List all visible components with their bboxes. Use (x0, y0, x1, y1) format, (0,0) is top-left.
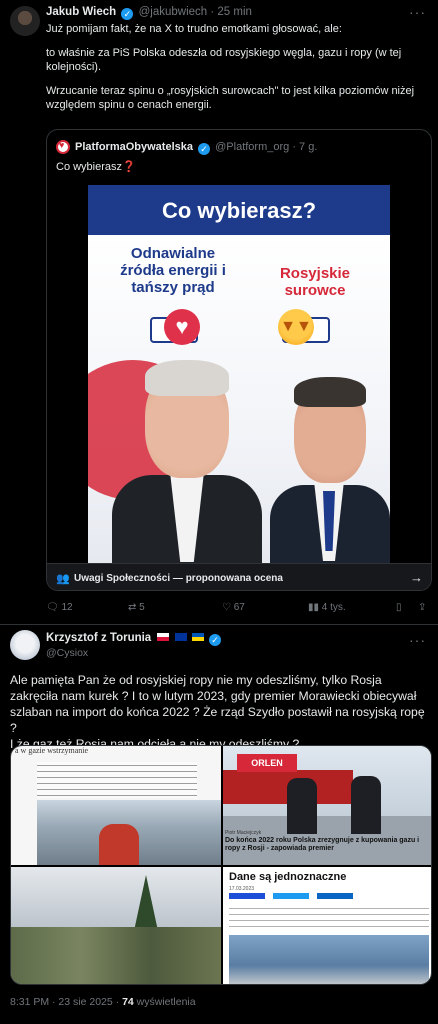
eu-flag-icon (174, 633, 187, 641)
like-button[interactable]: ♡ 67 (222, 602, 245, 613)
views-icon: ▮▮ (308, 602, 320, 613)
views-button[interactable]: ▮▮ 4 tys. (308, 602, 346, 613)
person-right-photo (270, 375, 390, 563)
quoted-tweet[interactable]: PlatformaObywatelska ✓ @Platform_org · 7… (46, 129, 432, 591)
article-text-block (37, 762, 197, 798)
tweet-divider (0, 624, 438, 625)
retweet-button[interactable]: ⇄ 5 (128, 602, 145, 613)
retweet-count: 5 (139, 602, 145, 613)
quoted-tweet-header: PlatformaObywatelska ✓ @Platform_org · 7… (75, 141, 317, 155)
image-4-title: Dane są jednoznaczne (229, 871, 347, 883)
sky-background (11, 867, 221, 927)
people-icon: 👥 (56, 573, 70, 585)
arrow-right-icon: → (410, 570, 423, 585)
tweet-text: Już pomijam fakt, że na X to trudno emot… (46, 22, 430, 122)
image-3[interactable] (11, 867, 221, 984)
verified-badge-icon: ✓ (121, 8, 134, 20)
tweet-paragraph: Wrzucanie teraz spinu o „rosyjskich suro… (46, 85, 415, 111)
community-notes-label: Uwagi Społeczności — proponowana ocena (74, 573, 283, 584)
image-4[interactable]: Dane są jednoznaczne 17.03.2023 (223, 867, 431, 984)
author-name[interactable]: Jakub Wiech (46, 6, 116, 18)
poster-title: Co wybierasz? (88, 185, 390, 235)
image-1-title: a w gazie wstrzymanie (15, 746, 89, 755)
more-options-icon[interactable]: ··· (409, 4, 426, 20)
image-2-headline: Do końca 2022 roku Polska zrezygnuje z k… (225, 837, 420, 852)
views-count: 4 tys. (321, 602, 346, 613)
hair-shape (145, 360, 229, 396)
image-1[interactable]: a w gazie wstrzymanie (11, 746, 221, 865)
verified-badge-icon: ✓ (209, 634, 222, 646)
poster-option-left: Odnawialne źródła energii i tańszy prąd (120, 245, 226, 296)
tweet-metadata: 8:31 PM · 23 sie 2025 · 74 wyświetlenia (10, 996, 196, 1008)
quoted-author-handle: @Platform_org · 7 g. (215, 141, 318, 153)
quoted-author-avatar (56, 140, 70, 154)
quoted-tweet-text: Co wybierasz❓ (56, 160, 136, 173)
image-4-date: 17.03.2023 (229, 886, 255, 892)
heart-icon: ♥ (164, 309, 200, 345)
quoted-author-name: PlatformaObywatelska (75, 141, 193, 153)
airplane-photo (229, 935, 429, 984)
like-count: 67 (233, 602, 245, 613)
image-2[interactable]: ORLEN Piotr Maciejczyk Do końca 2022 rok… (223, 746, 431, 865)
tweet-time[interactable]: · 25 min (210, 6, 252, 18)
quoted-image-poster[interactable]: Co wybierasz? Odnawialne źródła energii … (88, 185, 390, 563)
poland-flag-icon (157, 633, 170, 641)
quoted-text: Co wybierasz (56, 161, 123, 173)
reply-author-avatar[interactable] (10, 630, 40, 660)
author-handle[interactable]: @jakubwiech (139, 6, 208, 18)
timestamp[interactable]: 8:31 PM · 23 sie 2025 · (10, 996, 122, 1008)
tweet-header: Jakub Wiech ✓ @jakubwiech · 25 min (46, 6, 252, 20)
worker-shape (99, 824, 139, 865)
verified-badge-icon: ✓ (198, 143, 211, 155)
tweet-paragraph: Już pomijam fakt, że na X to trudno emot… (46, 23, 342, 35)
more-options-icon[interactable]: ··· (409, 632, 426, 648)
article-text-block (229, 905, 429, 931)
reply-icon: 🗨 (46, 602, 59, 613)
tweet-actions: 🗨 12 ⇄ 5 ♡ 67 ▮▮ 4 tys. ▯ ⇪ (46, 602, 432, 618)
image-2-caption: Piotr Maciejczyk (225, 830, 262, 836)
reply-author-handle[interactable]: @Cysiox (46, 647, 88, 659)
reply-count: 12 (61, 602, 73, 613)
reply-tweet-text: Ale pamięta Pan że od rosyjskiej ropy ni… (10, 672, 432, 752)
retweet-icon: ⇄ (128, 602, 137, 613)
orlen-logo: ORLEN (237, 754, 297, 772)
reply-author-name[interactable]: Krzysztof z Torunia (46, 632, 151, 644)
reply-tweet-header: Krzysztof z Torunia ✓ (46, 632, 223, 646)
question-mark-emoji: ❓ (122, 161, 136, 173)
soldiers-photo (11, 927, 221, 984)
person-shape (351, 776, 381, 834)
views-label: wyświetlenia (133, 996, 196, 1008)
bookmark-icon[interactable]: ▯ (396, 602, 402, 613)
person-shape (287, 778, 317, 834)
author-avatar[interactable] (10, 6, 40, 36)
community-notes-bar[interactable]: 👥 Uwagi Społeczności — proponowana ocena… (47, 563, 431, 590)
like-icon: ♡ (222, 602, 231, 613)
share-buttons-bar (229, 893, 429, 899)
person-left-photo (112, 360, 262, 563)
reply-button[interactable]: 🗨 12 (46, 602, 73, 613)
reply-image-grid: a w gazie wstrzymanie ORLEN Piotr Maciej… (10, 745, 432, 985)
share-icon[interactable]: ⇪ (418, 602, 426, 613)
reply-text-line: Ale pamięta Pan że od rosyjskiej ropy ni… (10, 673, 425, 735)
hair-shape (294, 377, 366, 407)
tweet-paragraph: to właśnie za PiS Polska odeszła od rosy… (46, 47, 402, 73)
ukraine-flag-icon (191, 633, 204, 641)
angry-face-icon: ▼▼ (278, 309, 314, 345)
poster-option-right: Rosyjskie surowce (279, 265, 351, 299)
views-number: 74 (122, 996, 134, 1008)
